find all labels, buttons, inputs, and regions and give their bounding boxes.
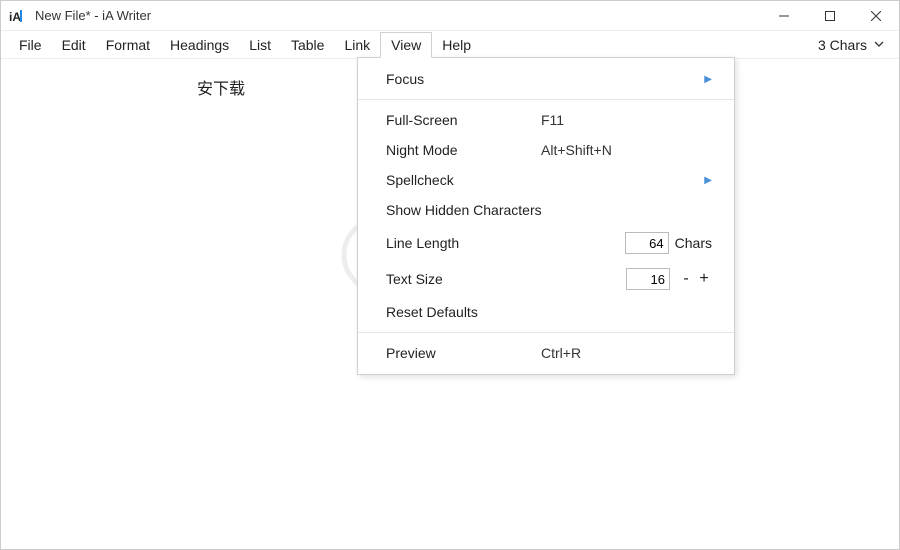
menu-item-shortcut: Alt+Shift+N (541, 142, 651, 158)
menu-item-spellcheck[interactable]: Spellcheck ▶ (358, 165, 734, 195)
view-dropdown: Focus ▶ Full-Screen F11 Night Mode Alt+S… (357, 57, 735, 375)
titlebar: iA New File* - iA Writer (1, 1, 899, 31)
text-size-plus-button[interactable]: + (696, 270, 712, 288)
menu-view[interactable]: View (380, 32, 432, 58)
close-button[interactable] (853, 1, 899, 31)
menu-item-text-size: Text Size - + (358, 261, 734, 297)
status-chars[interactable]: 3 Chars (818, 37, 891, 53)
menu-item-shortcut: Ctrl+R (541, 345, 651, 361)
minimize-button[interactable] (761, 1, 807, 31)
menu-headings[interactable]: Headings (160, 33, 239, 57)
menu-item-nightmode[interactable]: Night Mode Alt+Shift+N (358, 135, 734, 165)
menu-edit[interactable]: Edit (52, 33, 96, 57)
separator (358, 99, 734, 100)
menu-link[interactable]: Link (334, 33, 380, 57)
menu-item-label: Reset Defaults (386, 304, 712, 320)
text-size-input[interactable] (626, 268, 670, 290)
app-icon: iA (9, 8, 25, 24)
menu-item-label: Preview (386, 345, 541, 361)
status-chars-label: 3 Chars (818, 37, 867, 53)
menu-file[interactable]: File (9, 33, 52, 57)
menu-format[interactable]: Format (96, 33, 160, 57)
menu-item-show-hidden[interactable]: Show Hidden Characters (358, 195, 734, 225)
menu-list[interactable]: List (239, 33, 281, 57)
menubar: File Edit Format Headings List Table Lin… (1, 31, 899, 59)
editor-content[interactable]: 安下载 (41, 75, 401, 99)
submenu-arrow-icon: ▶ (704, 74, 712, 85)
menu-item-label: Show Hidden Characters (386, 202, 712, 218)
chevron-down-icon (873, 37, 885, 53)
separator (358, 332, 734, 333)
menu-item-reset-defaults[interactable]: Reset Defaults (358, 297, 734, 327)
submenu-arrow-icon: ▶ (704, 175, 712, 186)
line-length-input[interactable] (625, 232, 669, 254)
menu-item-label: Focus (386, 71, 541, 87)
menu-item-label: Text Size (386, 271, 541, 287)
menu-item-focus[interactable]: Focus ▶ (358, 64, 734, 94)
menu-item-label: Full-Screen (386, 112, 541, 128)
menu-item-fullscreen[interactable]: Full-Screen F11 (358, 105, 734, 135)
menu-item-label: Night Mode (386, 142, 541, 158)
menu-help[interactable]: Help (432, 33, 481, 57)
menu-table[interactable]: Table (281, 33, 334, 57)
window-controls (761, 1, 899, 31)
menu-item-label: Spellcheck (386, 172, 541, 188)
line-length-unit: Chars (675, 235, 712, 251)
menu-item-label: Line Length (386, 235, 541, 251)
text-size-minus-button[interactable]: - (678, 270, 694, 288)
menu-item-shortcut: F11 (541, 112, 651, 128)
svg-text:iA: iA (9, 10, 21, 24)
menu-item-preview[interactable]: Preview Ctrl+R (358, 338, 734, 368)
maximize-button[interactable] (807, 1, 853, 31)
menu-item-line-length: Line Length Chars (358, 225, 734, 261)
window-title: New File* - iA Writer (35, 8, 151, 23)
